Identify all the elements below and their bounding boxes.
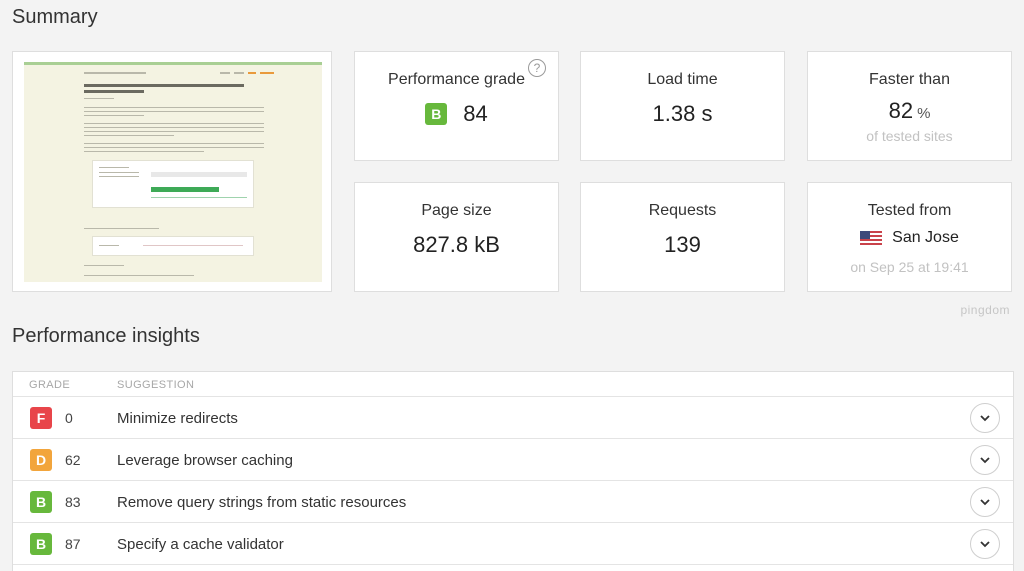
table-row[interactable]: D 62 Leverage browser caching (13, 439, 1013, 481)
thumb-nav-link (260, 72, 274, 74)
thumb-nav-link (220, 72, 230, 74)
website-screenshot-preview (24, 62, 322, 282)
website-screenshot[interactable] (12, 51, 332, 292)
suggestion-text: Leverage browser caching (117, 452, 293, 469)
thumb-date (84, 98, 114, 99)
summary-title: Summary (12, 6, 98, 28)
thumb-text-line (84, 275, 194, 276)
load-time-card: Load time 1.38 s (580, 51, 785, 161)
grade-score: 62 (65, 452, 81, 468)
thumb-text-line (84, 151, 204, 152)
suggestion-column-header: SUGGESTION (117, 379, 195, 391)
insights-table-header: GRADE SUGGESTION (13, 372, 1013, 397)
grade-score: 87 (65, 536, 81, 552)
page-size-value: 827.8 kB (413, 232, 500, 257)
thumb-text-line (84, 147, 264, 148)
load-time-value: 1.38 s (652, 101, 713, 126)
thumb-site-title (84, 72, 146, 74)
page-size-card: Page size 827.8 kB (354, 182, 559, 292)
thumb-text-line (84, 123, 264, 124)
thumb-url-box (92, 236, 254, 256)
thumb-post-heading (84, 84, 244, 87)
chevron-down-icon[interactable] (970, 487, 1000, 517)
faster-than-value: 82 (888, 98, 914, 123)
table-row[interactable]: F 0 Minimize redirects (13, 397, 1013, 439)
insights-table: GRADE SUGGESTION F 0 Minimize redirects … (12, 371, 1014, 571)
load-time-label: Load time (647, 71, 718, 88)
grade-score: 83 (65, 494, 81, 510)
thumb-text-line (84, 228, 159, 229)
table-row[interactable]: B 87 Specify a cache validator (13, 523, 1013, 565)
thumb-text-line (84, 135, 174, 136)
tested-from-card: Tested from San Jose on Sep 25 at 19:41 (807, 182, 1012, 292)
table-row[interactable]: B 83 Remove query strings from static re… (13, 481, 1013, 523)
faster-than-label: Faster than (869, 71, 950, 88)
suggestion-text: Minimize redirects (117, 410, 238, 427)
chevron-down-icon[interactable] (970, 529, 1000, 559)
grade-badge: B (30, 533, 52, 555)
thumb-text-line (84, 107, 264, 108)
requests-card: Requests 139 (580, 182, 785, 292)
grade-badge: B (30, 491, 52, 513)
performance-grade-label: Performance grade (388, 71, 525, 88)
requests-value: 139 (664, 232, 701, 257)
faster-than-sub: of tested sites (866, 128, 953, 144)
thumb-text-line (84, 131, 264, 132)
thumb-post-heading (84, 90, 144, 93)
suggestion-text: Remove query strings from static resourc… (117, 494, 407, 511)
requests-label: Requests (648, 202, 717, 219)
thumb-text-line (84, 127, 264, 128)
grade-score: 0 (65, 410, 73, 426)
thumb-text-line (84, 265, 124, 266)
chevron-down-icon[interactable] (970, 445, 1000, 475)
page-size-label: Page size (421, 202, 492, 219)
thumb-text-line (84, 115, 144, 116)
chevron-down-icon[interactable] (970, 403, 1000, 433)
thumb-text-line (84, 143, 264, 144)
insights-title: Performance insights (12, 325, 200, 347)
thumb-webhook-box (92, 160, 254, 208)
grade-badge: D (30, 449, 52, 471)
faster-than-unit: % (917, 105, 931, 122)
us-flag-icon (860, 230, 883, 245)
tested-from-location: San Jose (892, 229, 959, 246)
performance-grade-card: ? Performance grade B 84 (354, 51, 559, 161)
thumb-text-line (84, 111, 264, 112)
suggestion-text: Specify a cache validator (117, 536, 284, 553)
tested-from-label: Tested from (867, 202, 952, 219)
performance-grade-value: 84 (463, 101, 488, 126)
thumb-nav-link (248, 72, 256, 74)
thumb-nav-link (234, 72, 244, 74)
grade-badge: F (30, 407, 52, 429)
faster-than-card: Faster than 82% of tested sites (807, 51, 1012, 161)
pingdom-brand: pingdom (960, 303, 1010, 317)
tested-from-sub: on Sep 25 at 19:41 (850, 259, 969, 275)
performance-grade-badge: B (425, 103, 448, 125)
grade-column-header: GRADE (29, 379, 71, 391)
